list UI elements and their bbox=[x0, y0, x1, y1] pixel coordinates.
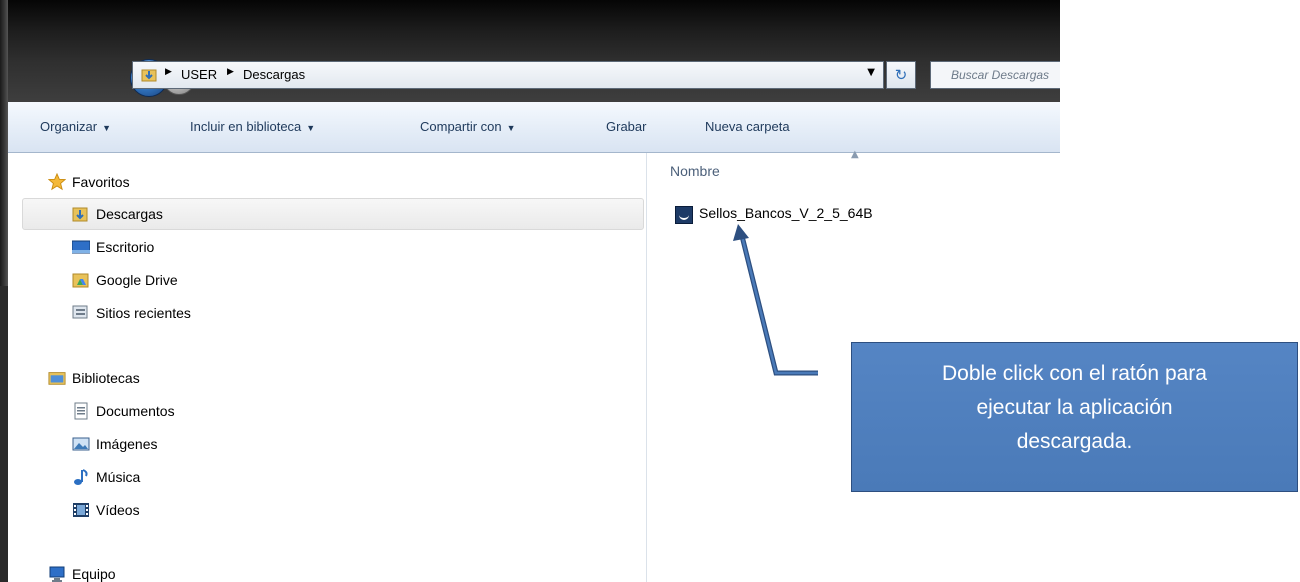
command-bar: Organizar ▼ Incluir en biblioteca ▼ Compar… bbox=[8, 102, 1060, 153]
breadcrumb-separator: ▶ bbox=[165, 67, 172, 77]
refresh-button[interactable]: ↻ bbox=[886, 61, 916, 89]
chevron-down-icon: ▼ bbox=[306, 123, 316, 133]
include-in-library-button[interactable]: Incluir en biblioteca ▼ bbox=[190, 119, 315, 134]
address-bar[interactable]: ▶ USER ▶ Descargas ▼ bbox=[132, 61, 884, 89]
computer-icon bbox=[49, 566, 65, 582]
callout-line-1: Doble click con el ratón para bbox=[942, 362, 1207, 385]
navigation-pane: Favoritos Descargas Escritorio Google Dr… bbox=[8, 153, 647, 582]
burn-button[interactable]: Grabar bbox=[606, 119, 646, 134]
downloads-folder-icon bbox=[141, 69, 157, 82]
search-input[interactable]: Buscar Descargas bbox=[930, 61, 1060, 89]
file-name: Sellos_Bancos_V_2_5_64B bbox=[699, 205, 873, 221]
downloads-folder-icon bbox=[72, 207, 88, 222]
breadcrumb-separator: ▶ bbox=[227, 67, 234, 77]
breadcrumb-descargas[interactable]: Descargas bbox=[243, 67, 305, 82]
star-icon bbox=[48, 173, 66, 191]
callout-line-2: ejecutar la aplicación bbox=[976, 396, 1173, 419]
share-with-button[interactable]: Compartir con ▼ bbox=[420, 119, 516, 134]
chevron-down-icon: ▼ bbox=[102, 123, 111, 133]
libraries-icon bbox=[48, 372, 66, 385]
address-dropdown-icon[interactable]: ▼ bbox=[867, 67, 875, 78]
google-drive-folder-icon bbox=[72, 273, 89, 288]
music-note-icon bbox=[74, 469, 88, 485]
application-icon bbox=[675, 206, 693, 224]
organize-button[interactable]: Organizar ▼ bbox=[40, 119, 111, 134]
title-bar: ← → ▼ ▶ USER ▶ Descargas ▼ ↻ Buscar Desc… bbox=[8, 0, 1060, 102]
column-header-name[interactable]: Nombre bbox=[670, 163, 720, 179]
explorer-window: ← → ▼ ▶ USER ▶ Descargas ▼ ↻ Buscar Desc… bbox=[0, 0, 1060, 582]
breadcrumb-user[interactable]: USER bbox=[181, 67, 217, 82]
desktop-icon bbox=[72, 240, 90, 254]
new-folder-button[interactable]: Nueva carpeta bbox=[705, 119, 790, 134]
instruction-callout: Doble click con el ratón para ejecutar l… bbox=[851, 342, 1298, 492]
search-placeholder: Buscar Descargas bbox=[951, 68, 1050, 82]
chevron-down-icon: ▼ bbox=[506, 123, 516, 133]
document-icon bbox=[74, 402, 88, 420]
recent-places-icon bbox=[72, 305, 88, 319]
picture-icon bbox=[72, 437, 90, 451]
window-edge-shadow bbox=[0, 286, 8, 582]
film-icon bbox=[73, 503, 89, 517]
callout-line-3: descargada. bbox=[1016, 430, 1133, 453]
sort-ascending-icon: ▲ bbox=[851, 149, 859, 160]
